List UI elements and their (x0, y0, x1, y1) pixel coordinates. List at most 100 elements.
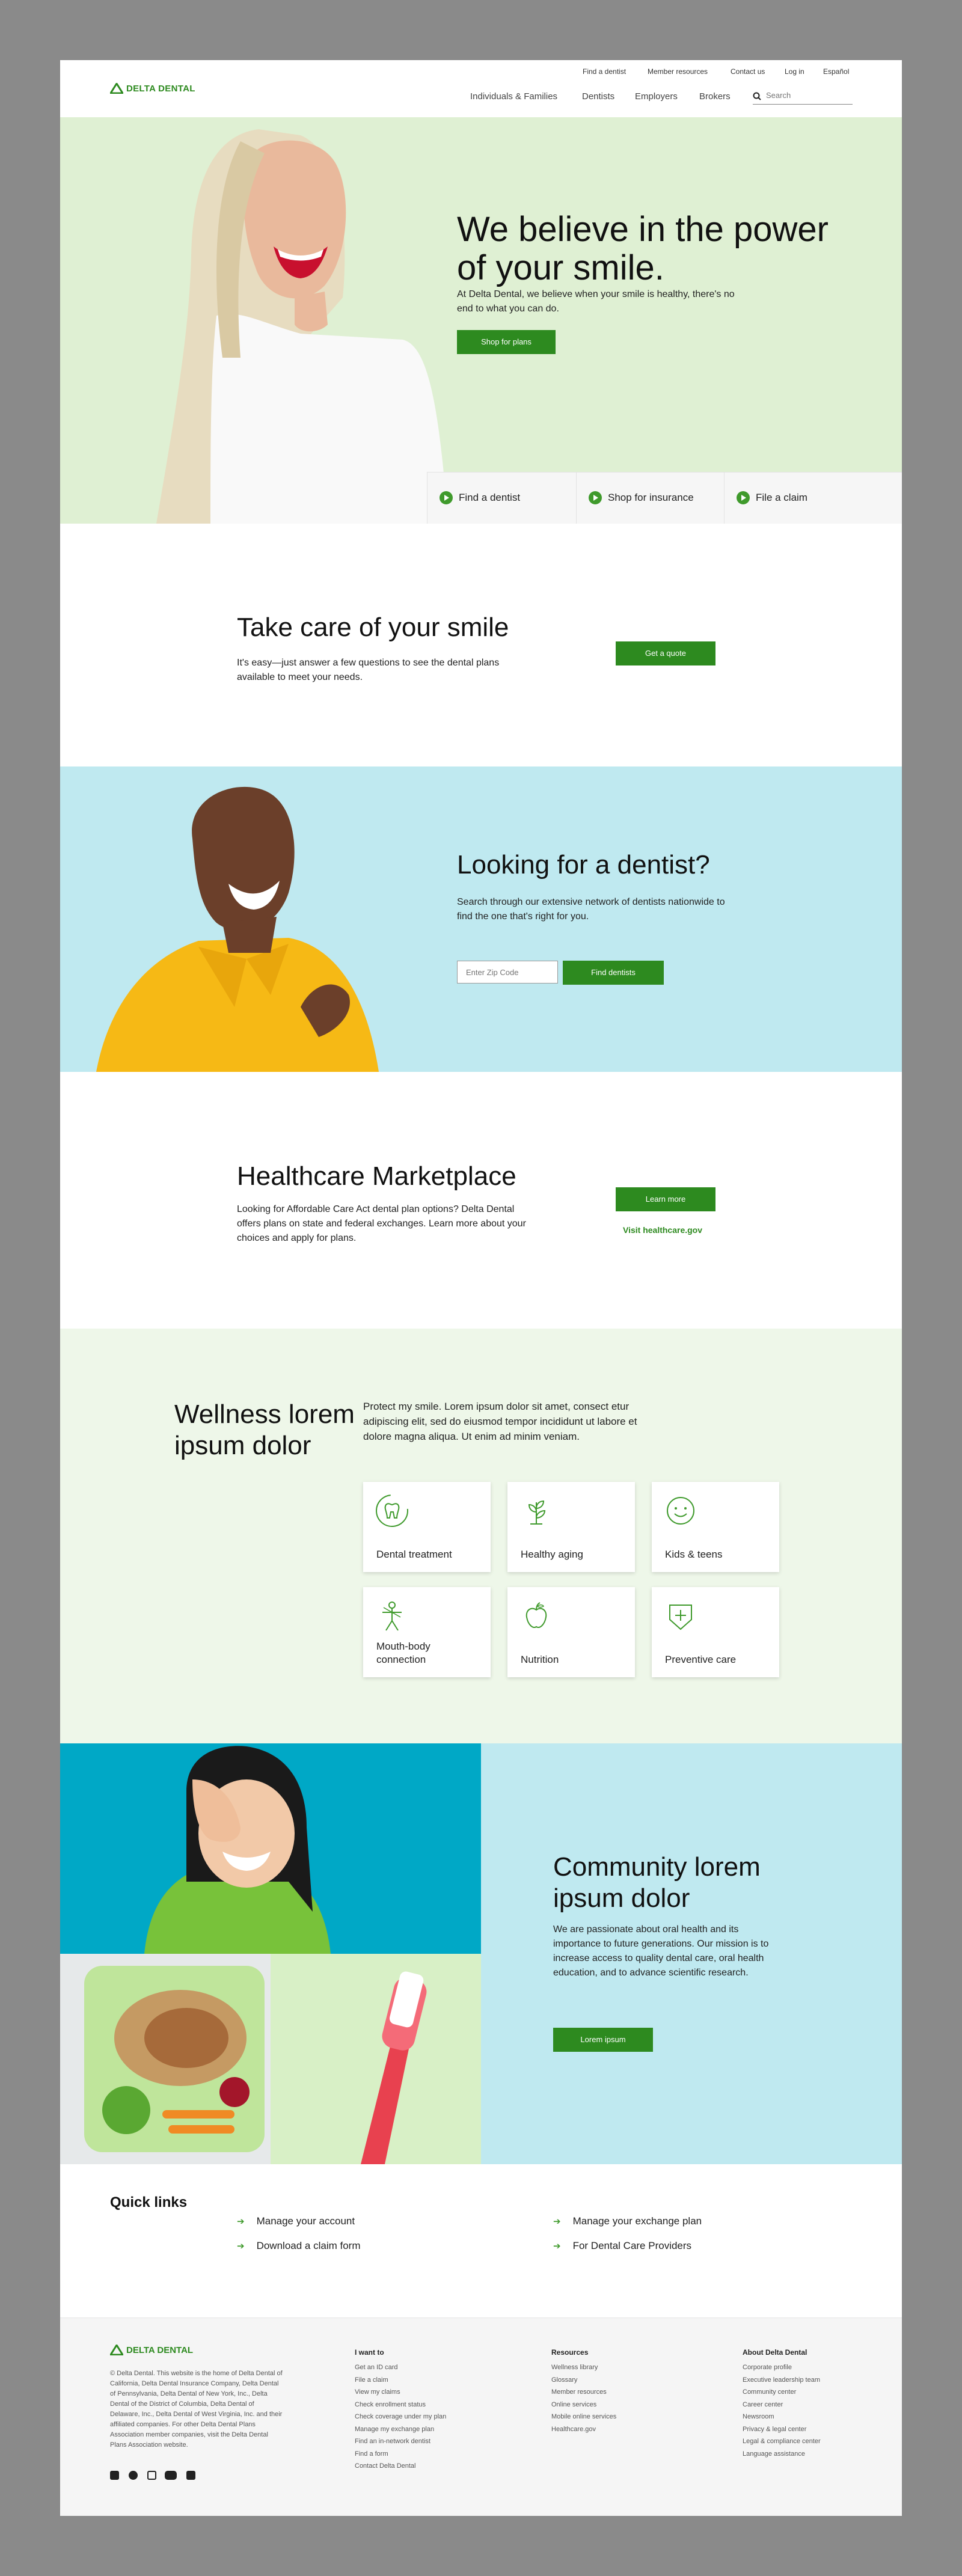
hero-text: At Delta Dental, we believe when your sm… (457, 289, 735, 314)
find-dentists-button[interactable]: Find dentists (563, 961, 664, 985)
get-a-quote-button[interactable]: Get a quote (616, 641, 715, 665)
wellness-title: Wellness lorem ipsum dolor (174, 1400, 355, 1460)
community-photo-girl-covering-eye (60, 1743, 481, 1954)
footer-link[interactable]: Community center (743, 2388, 796, 2396)
search-box[interactable] (753, 89, 853, 105)
arrow-right-icon: ➔ (553, 2241, 561, 2251)
tab-find-a-dentist[interactable]: Find a dentist (427, 472, 576, 524)
footer-link[interactable]: Corporate profile (743, 2364, 792, 2371)
footer-link[interactable]: Find a form (355, 2450, 388, 2458)
quick-link-download-claim[interactable]: ➔ Download a claim form (237, 2240, 360, 2252)
footer-link[interactable]: View my claims (355, 2388, 400, 2396)
marketplace-section: Healthcare Marketplace Looking for Affor… (60, 1072, 902, 1329)
shop-for-plans-button[interactable]: Shop for plans (457, 330, 556, 354)
smile-title: Take care of your smile (237, 613, 509, 642)
quick-link-label: For Dental Care Providers (572, 2240, 692, 2251)
footer-link[interactable]: Glossary (551, 2376, 577, 2384)
wellness-text: Protect my smile. Lorem ipsum dolor sit … (363, 1401, 637, 1442)
footer-link[interactable]: Wellness library (551, 2364, 598, 2371)
smiley-icon (667, 1497, 694, 1525)
footer-col-title-resources: Resources (551, 2348, 589, 2357)
footer-link[interactable]: Newsroom (743, 2413, 774, 2420)
util-log-in[interactable]: Log in (785, 67, 804, 76)
wellness-section: Wellness lorem ipsum dolor Protect my sm… (60, 1329, 902, 1743)
footer-link[interactable]: Privacy & legal center (743, 2426, 806, 2433)
twitter-icon[interactable] (129, 2471, 138, 2480)
footer-link[interactable]: Healthcare.gov (551, 2426, 596, 2433)
youtube-icon[interactable] (165, 2471, 177, 2480)
search-input[interactable] (766, 91, 850, 100)
footer-link[interactable]: Manage my exchange plan (355, 2426, 434, 2433)
card-label: Mouth-body connection (376, 1641, 430, 1665)
visit-healthcare-link[interactable]: Visit healthcare.gov (623, 1225, 702, 1235)
quick-link-dental-providers[interactable]: ➔ For Dental Care Providers (553, 2240, 691, 2252)
apple-icon (525, 1602, 547, 1628)
linkedin-icon[interactable] (186, 2471, 195, 2480)
card-mouth-body-connection[interactable]: Mouth-body connection (363, 1587, 491, 1677)
marketplace-text: Looking for Affordable Care Act dental p… (237, 1204, 526, 1243)
footer-link[interactable]: Find an in-network dentist (355, 2438, 430, 2445)
nav-brokers[interactable]: Brokers (699, 91, 731, 102)
nav-dentists[interactable]: Dentists (582, 91, 614, 102)
quick-link-label: Manage your exchange plan (572, 2215, 702, 2227)
card-label: Kids & teens (665, 1549, 723, 1560)
footer-link[interactable]: Check enrollment status (355, 2401, 426, 2408)
arrow-circle-icon (589, 491, 602, 504)
card-label: Dental treatment (376, 1549, 452, 1560)
card-kids-teens[interactable]: Kids & teens (652, 1482, 779, 1572)
dentist-photo-man-laughing (96, 786, 379, 1072)
community-text: We are passionate about oral health and … (553, 1924, 769, 1978)
sprout-icon (528, 1500, 546, 1525)
header: DELTA DENTAL Find a dentist Member resou… (60, 60, 902, 117)
hero-title: We believe in the power of your smile. (457, 210, 829, 287)
arrow-right-icon: ➔ (237, 2217, 245, 2227)
footer-link[interactable]: File a claim (355, 2376, 388, 2384)
footer-link[interactable]: Language assistance (743, 2450, 805, 2458)
tab-shop-for-insurance[interactable]: Shop for insurance (576, 472, 724, 524)
smile-section: Take care of your smile It's easy—just a… (60, 524, 902, 766)
community-section: Community lorem ipsum dolor We are passi… (60, 1743, 902, 2164)
footer-link[interactable]: Mobile online services (551, 2413, 616, 2420)
util-espanol[interactable]: Español (823, 67, 849, 76)
quick-link-exchange-plan[interactable]: ➔ Manage your exchange plan (553, 2215, 702, 2227)
tab-label: Find a dentist (459, 492, 521, 503)
nav-individuals-families[interactable]: Individuals & Families (470, 91, 557, 102)
hero-photo-woman-smiling (156, 129, 448, 524)
tab-file-a-claim[interactable]: File a claim (724, 472, 902, 524)
tab-label: Shop for insurance (608, 492, 694, 503)
delta-logo-icon (110, 2345, 123, 2355)
footer-link[interactable]: Check coverage under my plan (355, 2413, 446, 2420)
learn-more-button[interactable]: Learn more (616, 1187, 715, 1211)
util-member-resources[interactable]: Member resources (648, 67, 708, 76)
util-contact-us[interactable]: Contact us (731, 67, 765, 76)
footer-link[interactable]: Get an ID card (355, 2364, 398, 2371)
smile-text: It's easy—just answer a few questions to… (237, 658, 500, 682)
footer-col-title-i-want-to: I want to (355, 2348, 384, 2357)
lorem-ipsum-button[interactable]: Lorem ipsum (553, 2028, 653, 2052)
footer-link[interactable]: Member resources (551, 2388, 607, 2396)
footer-link[interactable]: Executive leadership team (743, 2376, 820, 2384)
facebook-icon[interactable] (110, 2471, 119, 2480)
footer-link[interactable]: Career center (743, 2401, 783, 2408)
instagram-icon[interactable] (147, 2471, 156, 2480)
card-healthy-aging[interactable]: Healthy aging (507, 1482, 635, 1572)
card-preventive-care[interactable]: Preventive care (652, 1587, 779, 1677)
nav-employers[interactable]: Employers (635, 91, 678, 102)
page: DELTA DENTAL Find a dentist Member resou… (60, 60, 902, 2516)
quick-links-title: Quick links (110, 2194, 188, 2210)
toothbrush-photo (271, 1954, 481, 2164)
quick-links-section: Quick links ➔ Manage your account ➔ Downlo… (60, 2164, 902, 2317)
arrow-circle-icon (737, 491, 750, 504)
card-dental-treatment[interactable]: Dental treatment (363, 1482, 491, 1572)
quick-link-manage-account[interactable]: ➔ Manage your account (237, 2215, 355, 2227)
card-nutrition[interactable]: Nutrition (507, 1587, 635, 1677)
zip-code-input[interactable] (457, 961, 558, 984)
footer-link[interactable]: Legal & compliance center (743, 2438, 821, 2445)
footer-link[interactable]: Online services (551, 2401, 596, 2408)
quick-link-label: Manage your account (256, 2215, 355, 2227)
footer-col-title-about: About Delta Dental (743, 2348, 807, 2357)
dentist-section: Looking for a dentist? Search through ou… (60, 766, 902, 1072)
util-find-dentist[interactable]: Find a dentist (583, 67, 626, 76)
footer-link[interactable]: Contact Delta Dental (355, 2462, 416, 2470)
arrow-circle-icon (440, 491, 453, 504)
